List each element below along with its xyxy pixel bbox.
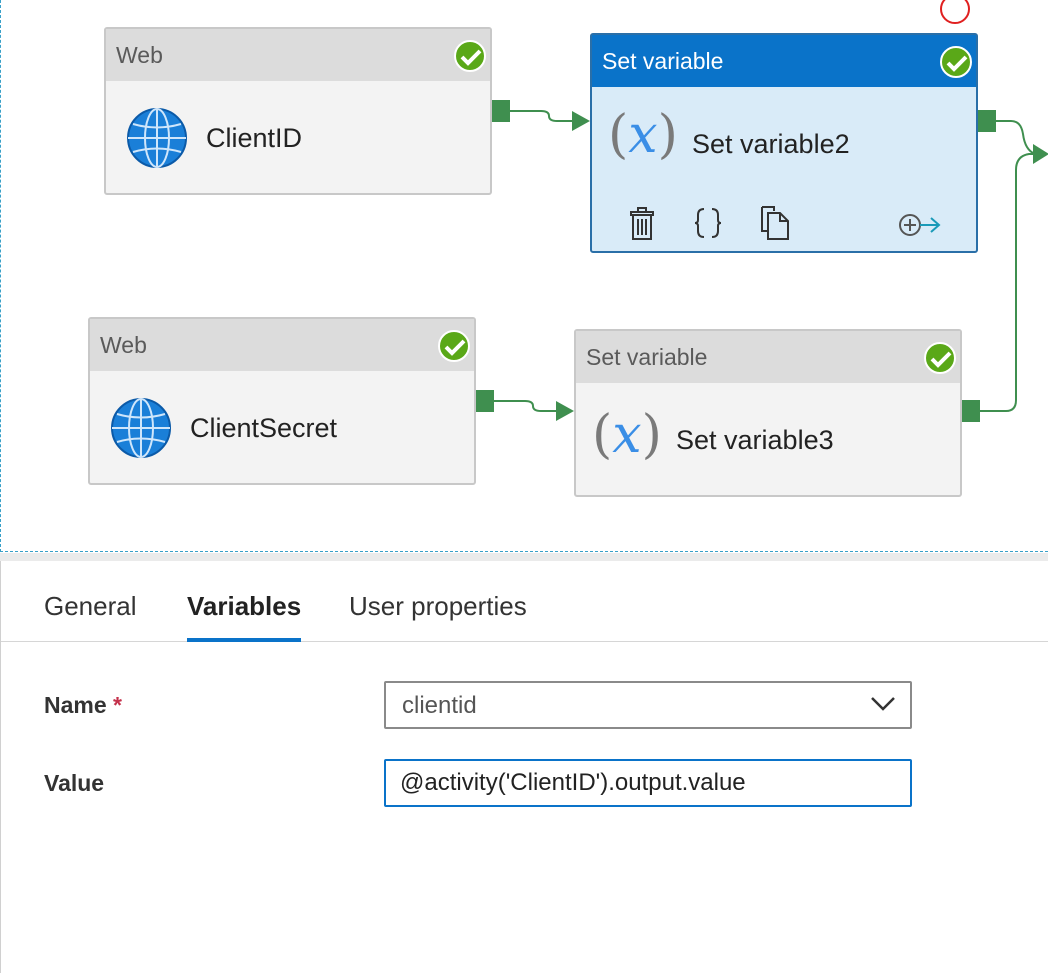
globe-icon [127, 108, 187, 168]
value-field-label: Value [44, 770, 105, 796]
dropdown-selected-value: clientid [402, 692, 477, 719]
variable-fx-icon: (x) [608, 105, 678, 165]
required-asterisk: * [113, 692, 122, 718]
activity-name: Set variable3 [676, 425, 834, 455]
name-field-label: Name * [44, 692, 122, 718]
delete-icon[interactable] [628, 207, 656, 241]
properties-panel: General Variables User properties Name *… [0, 561, 1048, 973]
activity-type-label: Web [106, 29, 490, 81]
tab-user-properties[interactable]: User properties [349, 591, 527, 622]
add-output-icon[interactable] [898, 211, 942, 239]
success-check-icon [454, 40, 486, 72]
tabs-divider [1, 641, 1048, 642]
activity-type-label: Set variable [592, 35, 976, 87]
panel-splitter[interactable] [0, 553, 1048, 561]
activity-set-variable3[interactable]: Set variable (x) Set variable3 [574, 329, 962, 497]
variable-fx-icon: (x) [592, 405, 662, 465]
activity-name: ClientSecret [190, 413, 338, 443]
activity-set-variable2[interactable]: Set variable (x) Set variable2 [590, 33, 978, 253]
code-icon[interactable] [693, 207, 723, 239]
output-port[interactable] [492, 100, 510, 122]
activity-name: ClientID [206, 123, 303, 153]
tab-general[interactable]: General [44, 591, 137, 622]
output-port[interactable] [978, 110, 996, 132]
activity-name: Set variable2 [692, 129, 850, 159]
globe-icon [111, 398, 171, 458]
active-tab-indicator [187, 638, 301, 642]
tab-variables[interactable]: Variables [187, 591, 301, 622]
activity-type-label: Set variable [576, 331, 960, 383]
variable-value-input[interactable] [384, 759, 912, 807]
output-port[interactable] [476, 390, 494, 412]
success-check-icon [924, 342, 956, 374]
success-check-icon [940, 46, 972, 78]
activity-web-clientid[interactable]: Web ClientID [104, 27, 492, 195]
chevron-down-icon [871, 697, 895, 711]
output-port[interactable] [962, 400, 980, 422]
variable-name-dropdown[interactable]: clientid [384, 681, 912, 729]
copy-icon[interactable] [760, 205, 792, 241]
success-check-icon [438, 330, 470, 362]
activity-type-label: Web [90, 319, 474, 371]
activity-web-clientsecret[interactable]: Web ClientSecret [88, 317, 476, 485]
pipeline-canvas[interactable]: Web ClientID Set variable (x) Set variab… [0, 0, 1048, 552]
